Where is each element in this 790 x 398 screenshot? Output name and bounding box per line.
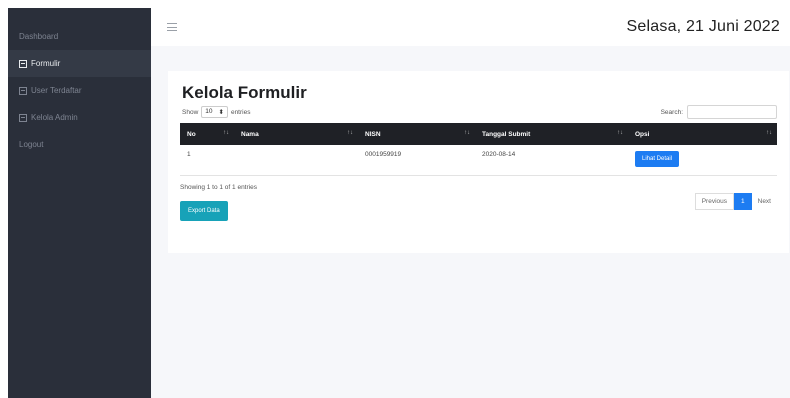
sort-icon: ↑↓ (464, 130, 470, 136)
sort-icon: ↑↓ (766, 130, 772, 136)
cell-no: 1 (187, 151, 191, 158)
column-header-opsi[interactable]: Opsi ↑↓ (628, 123, 777, 145)
pagination-next[interactable]: Next (752, 194, 777, 209)
show-label: Show (182, 108, 199, 116)
cell-nama (234, 145, 358, 175)
sort-icon: ↑↓ (617, 130, 623, 136)
search-label: Search: (660, 108, 683, 116)
pagination-previous[interactable]: Previous (694, 192, 734, 210)
entries-label: entries (230, 108, 251, 116)
form-icon (19, 86, 27, 95)
page-title: Kelola Formulir (182, 83, 307, 102)
sidebar-item-dashboard[interactable]: Dashboard (8, 23, 151, 50)
entries-value: 10 (205, 108, 213, 115)
pagination-page-1[interactable]: 1 (734, 192, 752, 210)
sidebar-item-label: Logout (19, 140, 44, 149)
main-content: Selasa, 21 Juni 2022 Kelola Formulir Sho… (151, 8, 790, 398)
submissions-table: No ↑↓ Nama ↑↓ NISN ↑↓ Tanggal Submit ↑↓ Opsi… (180, 123, 777, 176)
sidebar-item-user-terdaftar[interactable]: User Terdaftar (8, 77, 151, 104)
export-data-button[interactable]: Export Data (180, 200, 228, 221)
sidebar-item-formulir[interactable]: Formulir (8, 50, 151, 77)
table-footer: Showing 1 to 1 of 1 entries Export Data … (180, 184, 777, 221)
sort-icon: ↑↓ (223, 130, 229, 136)
app-frame: Dashboard Formulir User Terdaftar Kelola… (8, 8, 790, 398)
form-card: Kelola Formulir Show 10 ⬍ entries Search… (168, 71, 789, 253)
form-icon (19, 59, 27, 68)
table-controls: Show 10 ⬍ entries Search: (180, 105, 777, 119)
sort-icon: ↑↓ (347, 130, 353, 136)
column-header-nama[interactable]: Nama ↑↓ (234, 123, 358, 145)
table-row: 1 0001959919 2020-08-14 Lihat Detail (180, 145, 777, 175)
sidebar-item-label: Dashboard (19, 32, 59, 41)
column-header-no[interactable]: No ↑↓ (180, 123, 234, 145)
length-control: Show 10 ⬍ entries (182, 106, 250, 118)
sidebar-item-label: User Terdaftar (31, 86, 82, 95)
search-input[interactable] (687, 105, 777, 119)
entries-info: Showing 1 to 1 of 1 entries (180, 183, 257, 191)
column-header-nisn[interactable]: NISN ↑↓ (358, 123, 475, 145)
search-control: Search: (661, 105, 777, 119)
select-arrows-icon: ⬍ (218, 109, 224, 116)
pagination: Previous 1 Next (694, 192, 777, 210)
column-header-tanggal-submit[interactable]: Tanggal Submit ↑↓ (475, 123, 628, 145)
cell-nisn: 0001959919 (365, 151, 402, 158)
sidebar: Dashboard Formulir User Terdaftar Kelola… (8, 8, 151, 398)
hamburger-icon[interactable] (167, 23, 177, 31)
cell-tanggal-submit: 2020-08-14 (482, 151, 516, 158)
table-header-row: No ↑↓ Nama ↑↓ NISN ↑↓ Tanggal Submit ↑↓ Opsi… (180, 123, 777, 145)
sidebar-item-label: Formulir (31, 59, 61, 68)
entries-select[interactable]: 10 ⬍ (201, 106, 228, 118)
topbar: Selasa, 21 Juni 2022 (151, 8, 790, 46)
sidebar-item-kelola-admin[interactable]: Kelola Admin (8, 104, 151, 131)
cell-opsi: Lihat Detail (628, 145, 777, 175)
current-date: Selasa, 21 Juni 2022 (626, 18, 780, 35)
sidebar-item-label: Kelola Admin (31, 113, 78, 122)
view-detail-button[interactable]: Lihat Detail (635, 151, 680, 167)
table-footer-left: Showing 1 to 1 of 1 entries Export Data (180, 184, 257, 221)
form-icon (19, 113, 27, 122)
sidebar-item-logout[interactable]: Logout (8, 131, 151, 158)
